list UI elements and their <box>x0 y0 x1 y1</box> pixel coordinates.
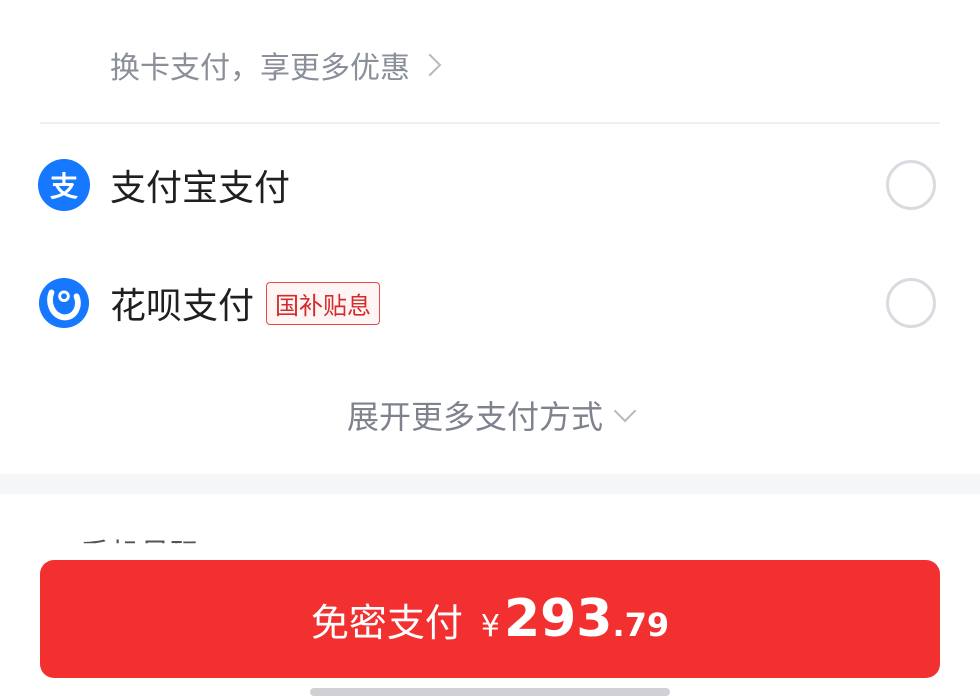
home-indicator <box>310 688 670 696</box>
chevron-right-icon <box>418 53 442 77</box>
divider <box>40 122 940 124</box>
subsidy-badge: 国补贴息 <box>266 281 381 325</box>
section-separator <box>0 474 980 494</box>
payment-method-name: 花呗支付 <box>110 286 255 327</box>
payment-method-huabei[interactable]: 花呗支付 国补贴息 <box>38 268 936 338</box>
payment-method-name: 支付宝支付 <box>110 168 291 209</box>
change-card-label: 换卡支付，享更多优惠 <box>110 51 410 86</box>
amount-integer: 293 <box>503 589 613 649</box>
expand-label: 展开更多支付方式 <box>346 398 603 436</box>
radio-unchecked-icon[interactable] <box>886 160 936 210</box>
huabei-logo-icon <box>38 277 90 329</box>
payment-method-alipay[interactable]: 支 支付宝支付 <box>38 150 936 220</box>
pay-amount: ¥ 293 .79 <box>481 589 669 649</box>
radio-unchecked-icon[interactable] <box>886 278 936 328</box>
pay-button-label: 免密支付 <box>310 600 463 645</box>
change-card-link[interactable]: 换卡支付，享更多优惠 <box>110 40 442 90</box>
amount-decimal: .79 <box>612 606 670 644</box>
expand-more-payment-methods[interactable]: 展开更多支付方式 <box>0 390 980 440</box>
currency-symbol: ¥ <box>480 609 500 644</box>
alipay-logo-icon: 支 <box>38 159 90 211</box>
chevron-down-icon <box>613 399 637 423</box>
pay-button[interactable]: 免密支付 ¥ 293 .79 <box>40 560 940 678</box>
